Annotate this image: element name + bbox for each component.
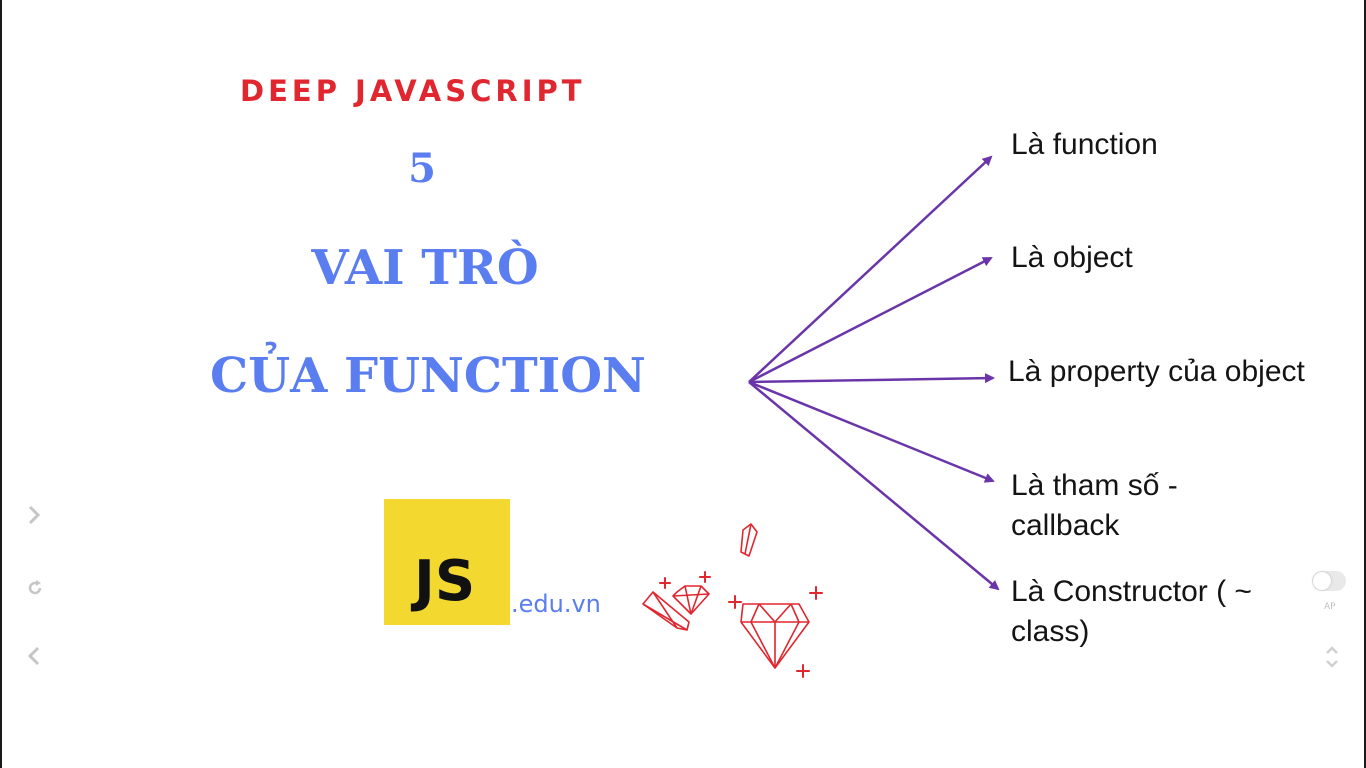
gems-illustration [642,523,823,678]
role-item-function: Là function [1011,128,1158,161]
arrow-to-role-3 [748,373,995,384]
role-item-constructor: Là Constructor ( ~ class) [1011,575,1252,648]
arrow-to-role-2 [748,256,993,384]
chevron-left-icon[interactable] [26,645,42,672]
role-item-property: Là property của object [1008,355,1305,388]
sparkle-icon [809,586,823,600]
toggle-knob [1313,572,1331,590]
js-logo: JS [384,499,510,625]
toggle-label: AP [1324,602,1336,612]
sparkle-icon [728,595,742,609]
crystal-icon [642,591,690,631]
sparkle-icon [699,571,711,583]
slide-canvas: DEEP JAVASCRIPT 5 VAI TRÒ CỦA FUNCTION L… [0,0,1366,768]
small-diamond-icon [672,585,710,615]
sparkle-icon [796,664,810,678]
role-item-object: Là object [1011,241,1133,274]
diamond-icon [740,603,810,669]
small-crystal-icon [740,523,758,557]
arrow-to-role-1 [748,155,993,383]
js-logo-mark: JS [414,549,476,614]
toggle-switch[interactable] [1312,571,1346,591]
arrow-to-role-4 [748,380,995,483]
sparkle-icon [659,577,671,589]
js-logo-domain: .edu.vn [511,590,601,618]
chevron-right-icon[interactable] [26,504,42,531]
role-item-callback: Là tham số - callback [1011,469,1178,542]
scroll-updown-icon[interactable] [1324,644,1340,675]
refresh-icon[interactable] [26,578,44,602]
